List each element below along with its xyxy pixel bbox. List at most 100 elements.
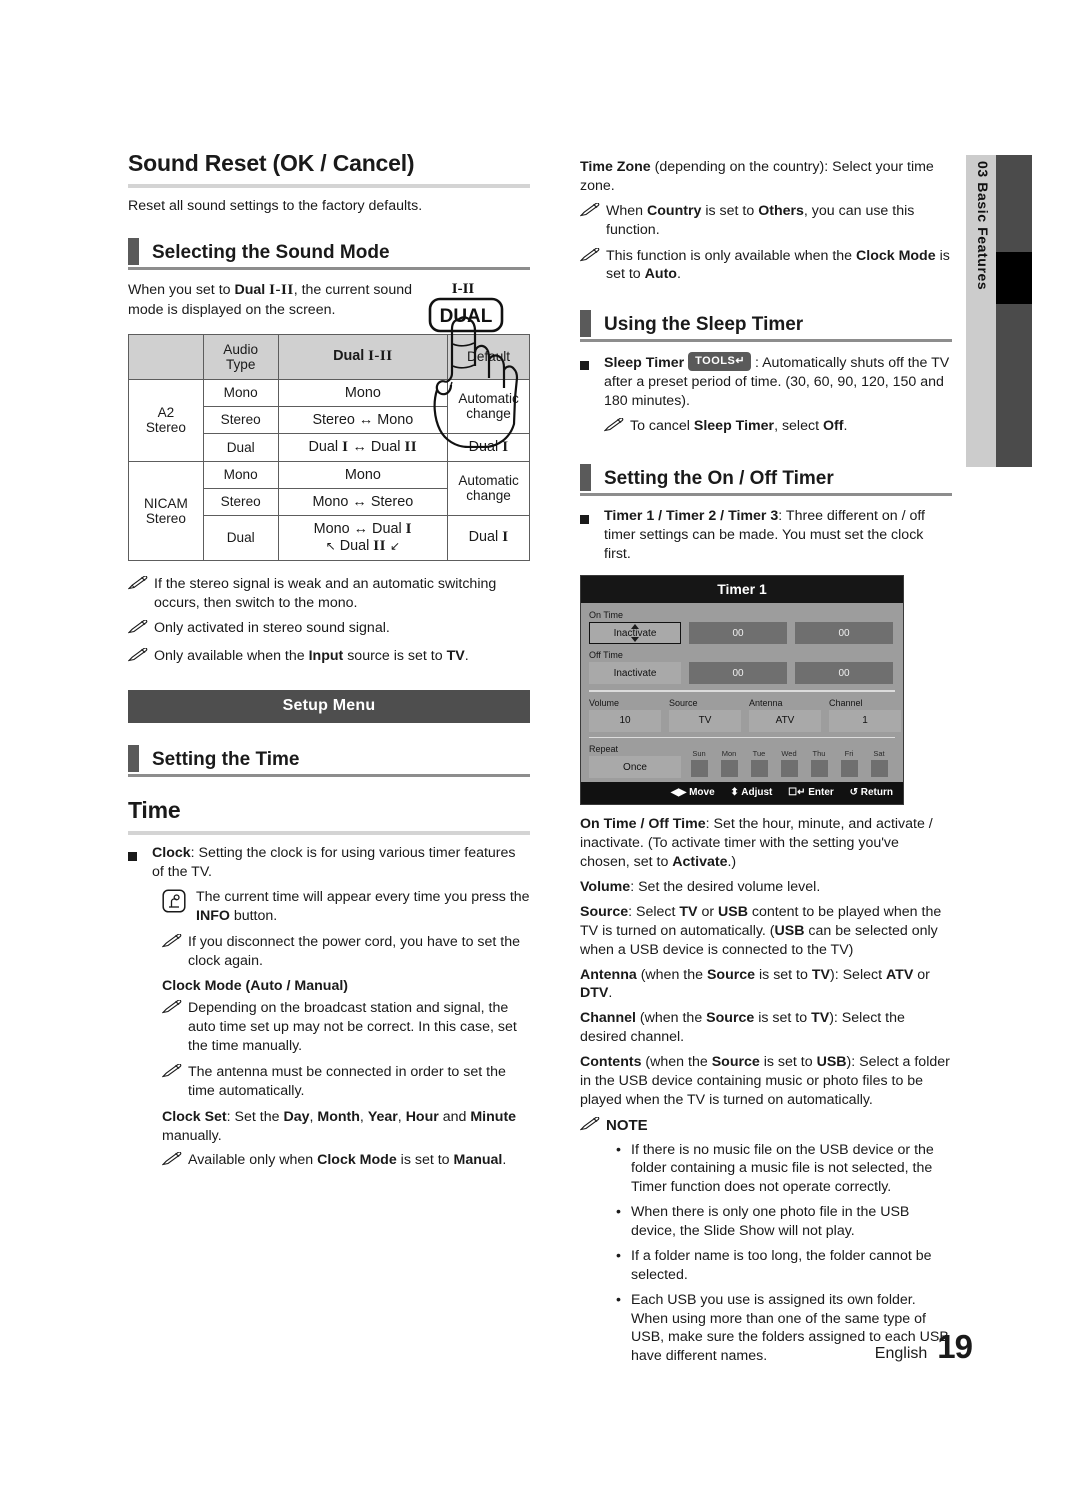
- osd-volume-value[interactable]: 10: [589, 709, 661, 732]
- timer-item: Timer 1 / Timer 2 / Timer 3: Three diffe…: [580, 507, 952, 564]
- clock-set-paragraph: Clock Set: Set the Day, Month, Year, Hou…: [162, 1108, 517, 1144]
- osd-antenna-value[interactable]: ATV: [749, 709, 821, 732]
- osd-day-tue[interactable]: Tue: [749, 749, 769, 778]
- pencil-icon: [161, 933, 188, 971]
- osd-repeat-group: Repeat Once: [589, 744, 681, 779]
- clock-mode-note-2: The antenna must be connected in order t…: [128, 1063, 530, 1101]
- timer-osd-screenshot: Timer 1 On Time Inactivate 00 00 Off Tim…: [580, 575, 904, 806]
- th-audio-line2: Type: [225, 356, 256, 372]
- pencil-icon: [161, 999, 188, 1056]
- osd-hint-adjust-label: Adjust: [741, 787, 773, 799]
- osd-on-time-minute[interactable]: 00: [795, 622, 893, 645]
- clock-item: Clock: Setting the clock is for using va…: [128, 844, 530, 882]
- osd-off-time-minute[interactable]: 00: [795, 662, 893, 685]
- note-bullet-text: If a folder name is too long, the folder…: [631, 1247, 932, 1283]
- chevron-up-icon: [631, 624, 639, 630]
- clock-desc: : Setting the clock is for using various…: [152, 845, 516, 881]
- sleep-timer-section: Using the Sleep Timer: [580, 310, 952, 343]
- osd-day-mon[interactable]: Mon: [719, 749, 739, 778]
- clock-set-note: Available only when Clock Mode is set to…: [128, 1151, 530, 1172]
- pencil-icon: [127, 647, 154, 668]
- sound-mode-roman: I-II: [269, 281, 294, 298]
- osd-hint-move-label: Move: [689, 787, 715, 799]
- info-note-text: The current time will appear every time …: [196, 888, 530, 924]
- info-key-icon: [162, 888, 196, 926]
- osd-day-box[interactable]: [840, 760, 858, 778]
- osd-repeat-value[interactable]: Once: [589, 756, 681, 779]
- right-column: Time Zone (depending on the country): Se…: [579, 158, 952, 1372]
- osd-on-time-activate-field[interactable]: Inactivate: [589, 622, 681, 645]
- osd-day-box[interactable]: [690, 760, 708, 778]
- table-row: NICAM Stereo Mono Mono Automatic change: [128, 460, 530, 561]
- osd-day-box[interactable]: [720, 760, 738, 778]
- timezone-note-1-text: When Country is set to Others, you can u…: [606, 202, 915, 238]
- osd-channel-label: Channel: [829, 697, 863, 708]
- osd-channel-value[interactable]: 1: [829, 709, 901, 732]
- section-marker: [580, 463, 591, 491]
- note-head-row: NOTE: [579, 1116, 952, 1137]
- osd-repeat-row: Repeat Once Sun Mon Tue Wed Thu Fri Sat: [589, 744, 895, 779]
- power-note-text: If you disconnect the power cord, you ha…: [188, 933, 521, 969]
- sound-mode-bold: Dual: [234, 281, 266, 298]
- osd-hint-return-label: Return: [860, 787, 893, 799]
- cell-type: Dual: [202, 432, 279, 462]
- bullet-dot-icon: •: [616, 1204, 621, 1221]
- note-head: NOTE: [606, 1116, 648, 1134]
- cell-default: Automatic change: [447, 460, 530, 516]
- cell-type: Stereo: [202, 487, 279, 516]
- section-heading-onoff-timer: Setting the On / Off Timer: [580, 463, 952, 491]
- note-text: Only available when the Input source is …: [154, 648, 469, 665]
- sleep-timer-label: Sleep Timer: [604, 355, 685, 372]
- volume-desc-paragraph: Volume: Set the desired volume level.: [580, 878, 952, 897]
- osd-source-value[interactable]: TV: [669, 709, 741, 732]
- osd-day-box[interactable]: [780, 760, 798, 778]
- osd-hint-move: ◀▶ Move: [671, 787, 715, 798]
- bullet-dot-icon: •: [616, 1247, 621, 1264]
- side-bar-active-marker: [996, 252, 1032, 304]
- osd-off-time-activate-field[interactable]: Inactivate: [589, 662, 681, 685]
- timer-label: Timer 1 / Timer 2 / Timer 3: [604, 507, 779, 524]
- pencil-icon: [579, 246, 606, 285]
- note-item: Only activated in stereo sound signal.: [127, 619, 530, 640]
- osd-day-wed[interactable]: Wed: [779, 749, 799, 778]
- cell-default: Dual I: [447, 514, 530, 561]
- section-title: Selecting the Sound Mode: [152, 241, 390, 263]
- cell-dual: Mono: [277, 460, 449, 489]
- note-bullet: • If there is no music file on the USB d…: [580, 1141, 952, 1198]
- pencil-icon: [161, 1063, 188, 1101]
- page-title: Sound Reset (OK / Cancel): [128, 150, 415, 176]
- osd-day-box[interactable]: [810, 760, 828, 778]
- channel-desc-label: Channel: [580, 1010, 636, 1027]
- adjust-arrows-icon: ⬍: [730, 787, 739, 799]
- section-heading-selecting-sound-mode: Selecting the Sound Mode: [128, 237, 530, 265]
- timezone-paragraph: Time Zone (depending on the country): Se…: [580, 158, 952, 196]
- th-audio-line1: Audio: [223, 341, 259, 357]
- source-desc-paragraph: Source: Select TV or USB content to be p…: [580, 903, 942, 958]
- group-name-nicam: NICAM Stereo: [128, 460, 204, 561]
- osd-day-box[interactable]: [750, 760, 768, 778]
- group-nicam-line2: Stereo: [145, 510, 186, 526]
- contents-desc-label: Contents: [580, 1054, 642, 1070]
- osd-day-sun[interactable]: Sun: [689, 749, 709, 778]
- dual-button-text: DUAL: [440, 306, 493, 327]
- timer-text: Timer 1 / Timer 2 / Timer 3: Three diffe…: [604, 507, 952, 564]
- source-desc-label: Source: [580, 903, 629, 920]
- cell-type: Stereo: [202, 405, 279, 434]
- osd-day-label: Mon: [721, 749, 737, 759]
- osd-day-label: Sat: [873, 749, 885, 759]
- side-tab-basic-features: 03 Basic Features: [966, 155, 996, 467]
- section-heading-setting-the-time: Setting the Time: [128, 745, 530, 773]
- osd-day-thu[interactable]: Thu: [809, 749, 829, 778]
- osd-day-box[interactable]: [870, 760, 888, 778]
- osd-off-time-hour[interactable]: 00: [689, 662, 787, 685]
- osd-on-time-hour[interactable]: 00: [689, 622, 787, 645]
- osd-divider: [589, 690, 895, 692]
- clock-text: Clock: Setting the clock is for using va…: [152, 844, 530, 882]
- tools-badge-text: TOOLS: [695, 355, 736, 368]
- note-bullet: • If a folder name is too long, the fold…: [580, 1247, 952, 1285]
- osd-day-fri[interactable]: Fri: [839, 749, 859, 778]
- osd-hint-adjust: ⬍ Adjust: [730, 787, 772, 798]
- section-heading-sleep-timer: Using the Sleep Timer: [580, 310, 952, 338]
- osd-day-sat[interactable]: Sat: [869, 749, 889, 778]
- osd-off-time-row: Inactivate 00 00: [589, 662, 895, 685]
